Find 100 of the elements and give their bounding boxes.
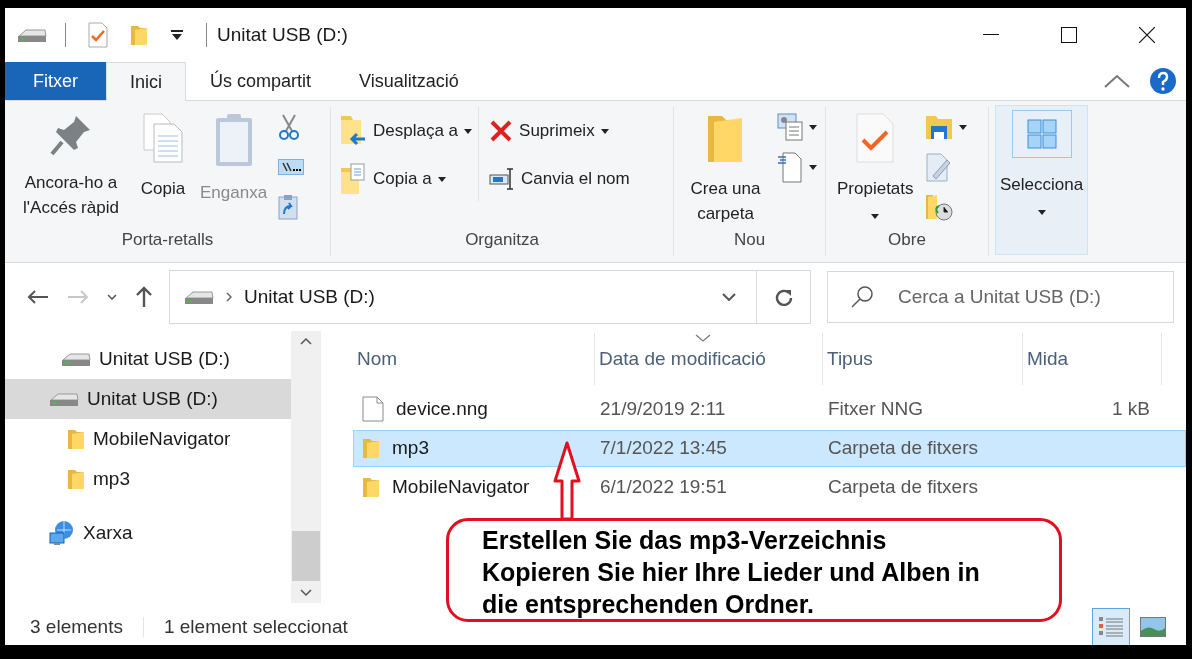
caret-icon — [958, 124, 967, 130]
document-icon — [777, 151, 803, 183]
breadcrumb-item[interactable]: Unitat USB (D:) — [244, 285, 375, 308]
copy-icon — [140, 112, 186, 164]
caret-icon — [809, 124, 817, 130]
tree-item[interactable]: mp3 — [5, 458, 291, 499]
ribbon-button[interactable]: Canvia el nom — [487, 157, 632, 201]
scrollbar-thumb[interactable] — [292, 530, 320, 581]
folder-copy-icon — [339, 162, 367, 196]
folder-window-icon — [924, 114, 953, 140]
tree-item[interactable]: Unitat USB (D:) — [5, 338, 291, 379]
file-name[interactable]: device.nng — [396, 398, 488, 421]
file-icon — [362, 396, 384, 423]
table-cell-text: Fitxer NNG — [827, 398, 924, 421]
tree-item[interactable]: Unitat USB (D:) — [5, 378, 291, 419]
ribbon-button[interactable]: Ancora-ho a l'Accés ràpid — [11, 107, 131, 223]
address-bar[interactable]: Unitat USB (D:) — [169, 269, 811, 324]
checkmark-document-icon — [855, 112, 896, 164]
ribbon-button[interactable]: Desplaça a — [337, 109, 475, 153]
column-header[interactable]: Data de modificació — [595, 332, 823, 385]
caret-icon — [1037, 210, 1046, 215]
ribbon-tab[interactable]: Inici — [106, 62, 186, 101]
chevron-up-icon — [300, 336, 312, 345]
callout-note: Erstellen Sie das mp3-Verzeichnis Kopieren Sie hier Ihre Lieder und Alben in die entsprechenden Ordner. — [446, 518, 1062, 622]
caret-icon — [600, 128, 609, 134]
large-icons-view-icon — [1140, 616, 1166, 637]
table-cell-text: 6/1/2022 19:51 — [599, 476, 728, 499]
folder-icon — [67, 427, 85, 450]
new-item-icon — [777, 113, 803, 141]
drive-icon — [184, 288, 214, 305]
scissors-icon — [278, 113, 301, 141]
group-label: Obre — [887, 229, 927, 251]
tree-item[interactable]: MobileNavigator — [5, 418, 291, 459]
caret-icon — [871, 214, 880, 219]
search-icon — [851, 285, 873, 308]
folder-icon — [362, 476, 380, 499]
tree-item[interactable]: Xarxa — [5, 512, 291, 553]
chevron-down-icon — [722, 292, 736, 301]
table-cell-text: Carpeta de fitxers — [827, 476, 979, 499]
group-label: Porta-retalls — [120, 229, 215, 251]
close-icon — [1139, 27, 1155, 43]
refresh-icon — [774, 287, 793, 306]
table-cell-text: 1 kB — [1110, 398, 1151, 421]
ribbon-tab[interactable]: Visualització — [335, 62, 483, 100]
ribbon-button[interactable]: Crea una carpeta — [680, 107, 771, 229]
scrollbar[interactable] — [291, 330, 321, 603]
selection-count: 1 element seleccionat — [163, 615, 348, 638]
group-label: Organitza — [464, 229, 540, 251]
caret-icon — [809, 164, 817, 170]
minimize-icon — [983, 34, 999, 36]
folder-arrow-icon — [339, 114, 367, 148]
column-header[interactable]: Nom — [353, 332, 595, 385]
file-name[interactable]: mp3 — [392, 437, 429, 460]
delete-icon — [489, 119, 514, 143]
search-field[interactable]: Cerca a Unitat USB (D:) — [827, 270, 1174, 323]
ribbon-button[interactable]: Selecciona — [995, 105, 1089, 255]
window-title: Unitat USB (D:) — [217, 24, 349, 46]
up-arrow-icon — [135, 285, 153, 308]
shortcut-icon — [278, 194, 299, 220]
clipboard-icon — [213, 112, 254, 168]
table-cell-text: 7/1/2022 13:45 — [599, 437, 728, 460]
column-header[interactable]: Tipus — [823, 332, 1023, 385]
drive-icon — [61, 350, 91, 367]
file-name[interactable]: MobileNavigator — [392, 476, 530, 499]
grid-icon — [1011, 110, 1072, 158]
rename-icon — [489, 166, 516, 192]
folder-icon — [67, 467, 85, 490]
ribbon-tab[interactable]: Ús compartit — [186, 62, 336, 100]
forward-arrow-icon — [67, 288, 89, 305]
sort-chevron-icon — [695, 333, 711, 342]
view-button[interactable] — [1092, 607, 1130, 645]
caret-icon — [464, 128, 473, 134]
edit-document-icon — [924, 152, 951, 182]
ribbon-button[interactable]: Propietats — [832, 107, 919, 229]
table-cell-text: 21/9/2019 2:11 — [599, 398, 727, 421]
dropdown-icon — [170, 29, 184, 41]
chevron-down-icon — [300, 588, 312, 597]
maximize-icon — [1061, 27, 1077, 43]
folder-icon — [130, 24, 148, 46]
folder-icon — [362, 437, 380, 460]
chevron-down-icon — [107, 293, 117, 300]
ribbon-button[interactable]: Suprimeix — [487, 109, 632, 153]
chevron-up-icon — [1104, 74, 1130, 88]
network-icon — [49, 519, 75, 546]
folder-clock-icon — [924, 193, 953, 221]
group-label: Nou — [732, 229, 767, 251]
item-count: 3 elements — [30, 615, 123, 638]
file-menu-tab[interactable]: Fitxer — [5, 62, 106, 100]
selected-row[interactable]: mp3 7/1/2022 13:45 Carpeta de fitxers — [353, 429, 1186, 467]
path-icon — [278, 159, 305, 175]
help-icon — [1150, 68, 1176, 94]
drive-icon — [49, 390, 79, 407]
checkmark-document-icon — [88, 22, 108, 48]
back-arrow-icon — [27, 288, 49, 305]
column-header[interactable]: Mida — [1023, 332, 1162, 385]
ribbon-button[interactable]: Copia — [135, 107, 191, 204]
caret-icon — [437, 176, 446, 182]
table-cell-text: Carpeta de fitxers — [827, 437, 979, 460]
chevron-right-icon — [226, 291, 232, 302]
ribbon-button[interactable]: Copia a — [337, 157, 475, 201]
